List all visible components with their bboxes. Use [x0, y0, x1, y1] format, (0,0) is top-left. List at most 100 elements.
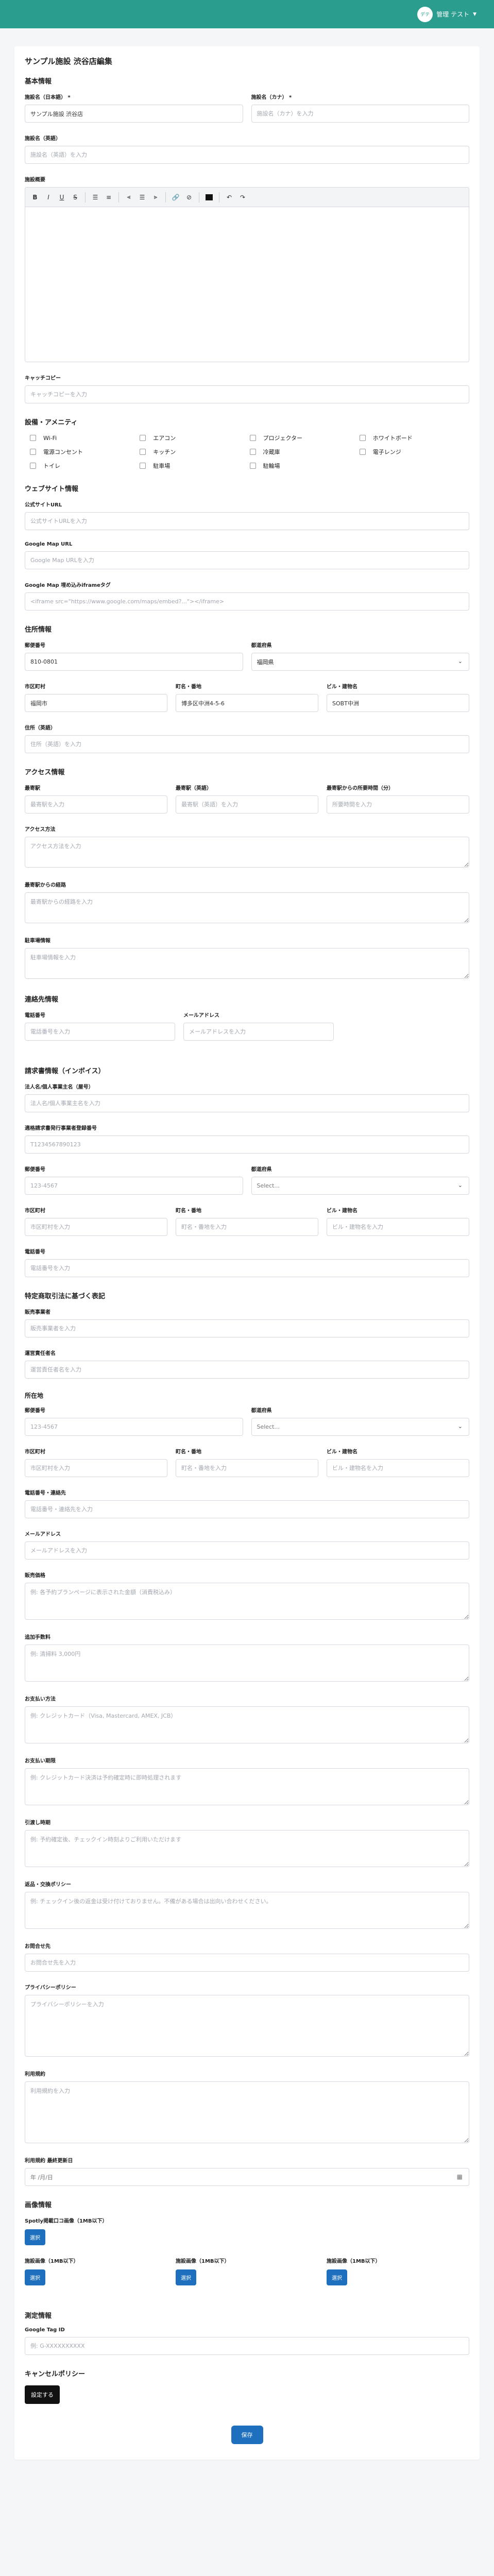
editor-toolbar: B I U S ☰ ≡ ⫷ ☰ ⫸ 🔗 ⊘ ↶ ↷: [25, 188, 469, 207]
calendar-icon[interactable]: ▦: [457, 2173, 463, 2180]
toolbar-divider: [118, 192, 119, 202]
loc-zip-label: 郵便番号: [25, 1408, 45, 1414]
align-right-icon[interactable]: ⫸: [149, 191, 162, 204]
user-menu[interactable]: デテ 管理 テスト ▼: [417, 6, 476, 22]
set-cancel-policy-button[interactable]: 設定する: [25, 2385, 60, 2404]
text-color-icon[interactable]: [202, 191, 216, 204]
amenity-item[interactable]: プロジェクター: [249, 434, 360, 442]
gmap-iframe-input[interactable]: [25, 592, 469, 611]
bullet-list-icon[interactable]: ☰: [89, 191, 102, 204]
gmap-url-input[interactable]: [25, 551, 469, 569]
strikethrough-icon[interactable]: S: [69, 191, 82, 204]
access-method-textarea[interactable]: [25, 837, 469, 868]
seller-input[interactable]: [25, 1319, 469, 1337]
amenity-item[interactable]: 駐輪場: [249, 462, 360, 470]
name-kana-input[interactable]: [251, 105, 469, 123]
email-input[interactable]: [183, 1023, 334, 1041]
loc-tel-input[interactable]: [25, 1500, 469, 1518]
loc-pref-select[interactable]: Select... ⌄: [251, 1418, 469, 1436]
italic-icon[interactable]: I: [42, 191, 55, 204]
terms-textarea[interactable]: [25, 2081, 469, 2143]
corp-name-input[interactable]: [25, 1094, 469, 1112]
manager-input[interactable]: [25, 1361, 469, 1379]
delivery-textarea[interactable]: [25, 1830, 469, 1867]
site-url-input[interactable]: [25, 512, 469, 530]
town-input[interactable]: [176, 694, 318, 712]
invoice-pref-select[interactable]: Select... ⌄: [251, 1177, 469, 1195]
align-center-icon[interactable]: ☰: [135, 191, 149, 204]
payment-textarea[interactable]: [25, 1706, 469, 1743]
price-textarea[interactable]: [25, 1583, 469, 1620]
amenity-item[interactable]: Wi-Fi: [30, 434, 140, 442]
checkbox[interactable]: [30, 449, 36, 455]
invoice-city-input[interactable]: [25, 1218, 167, 1236]
checkbox[interactable]: [140, 463, 146, 469]
station-en-input[interactable]: [176, 795, 318, 814]
payment-deadline-label: お支払い期限: [25, 1758, 56, 1764]
select-image-button[interactable]: 選択: [176, 2269, 196, 2285]
amenity-item[interactable]: 駐車場: [140, 462, 249, 470]
building-input[interactable]: [327, 694, 469, 712]
gtag-input[interactable]: [25, 2337, 469, 2355]
underline-icon[interactable]: U: [55, 191, 69, 204]
loc-email-input[interactable]: [25, 1541, 469, 1560]
invoice-zip-input[interactable]: [25, 1177, 243, 1195]
route-textarea[interactable]: [25, 892, 469, 923]
spotly-image-label: Spotly掲載口コ画像（1MB以下）: [25, 2218, 108, 2224]
section-images: 画像情報: [25, 2201, 52, 2209]
checkbox[interactable]: [30, 435, 36, 441]
checkbox[interactable]: [359, 435, 366, 441]
name-en-input[interactable]: [25, 146, 469, 164]
privacy-textarea[interactable]: [25, 1995, 469, 2057]
select-image-button[interactable]: 選択: [327, 2269, 347, 2285]
checkbox[interactable]: [249, 463, 256, 469]
numbered-list-icon[interactable]: ≡: [102, 191, 115, 204]
editor-content[interactable]: [25, 207, 469, 362]
reg-number-input[interactable]: [25, 1136, 469, 1154]
checkbox[interactable]: [359, 449, 366, 455]
loc-city-input[interactable]: [25, 1459, 167, 1477]
parking-textarea[interactable]: [25, 948, 469, 979]
align-left-icon[interactable]: ⫷: [122, 191, 135, 204]
select-image-button[interactable]: 選択: [25, 2269, 45, 2285]
amenity-item[interactable]: 電子レンジ: [359, 448, 469, 456]
amenity-item[interactable]: トイレ: [30, 462, 140, 470]
amenity-item[interactable]: エアコン: [140, 434, 249, 442]
checkbox[interactable]: [140, 449, 146, 455]
invoice-town-input[interactable]: [176, 1218, 318, 1236]
bold-icon[interactable]: B: [28, 191, 42, 204]
checkbox[interactable]: [249, 435, 256, 441]
link-icon[interactable]: 🔗: [169, 191, 182, 204]
amenity-item[interactable]: 電源コンセント: [30, 448, 140, 456]
catchcopy-input[interactable]: [25, 385, 469, 403]
name-ja-input[interactable]: [25, 105, 243, 123]
amenity-item[interactable]: 冷蔵庫: [249, 448, 360, 456]
city-input[interactable]: [25, 694, 167, 712]
fee-textarea[interactable]: [25, 1645, 469, 1682]
station-input[interactable]: [25, 795, 167, 814]
invoice-building-input[interactable]: [327, 1218, 469, 1236]
address-en-input[interactable]: [25, 735, 469, 753]
return-policy-textarea[interactable]: [25, 1892, 469, 1929]
walk-time-input[interactable]: [327, 795, 469, 814]
checkbox[interactable]: [30, 463, 36, 469]
tel-input[interactable]: [25, 1023, 175, 1041]
loc-town-input[interactable]: [176, 1459, 318, 1477]
checkbox[interactable]: [249, 449, 256, 455]
select-image-button[interactable]: 選択: [25, 2229, 45, 2245]
prefecture-select[interactable]: 福岡県 ⌄: [251, 653, 469, 671]
undo-icon[interactable]: ↶: [223, 191, 236, 204]
loc-building-input[interactable]: [327, 1459, 469, 1477]
loc-zip-input[interactable]: [25, 1418, 243, 1436]
unlink-icon[interactable]: ⊘: [182, 191, 196, 204]
redo-icon[interactable]: ↷: [236, 191, 249, 204]
checkbox[interactable]: [140, 435, 146, 441]
terms-date-input[interactable]: 年 /月/日 ▦: [25, 2168, 469, 2186]
amenity-item[interactable]: ホワイトボード: [359, 434, 469, 442]
inquiry-input[interactable]: [25, 1954, 469, 1972]
amenity-item[interactable]: キッチン: [140, 448, 249, 456]
invoice-tel-input[interactable]: [25, 1259, 469, 1277]
zip-input[interactable]: [25, 653, 243, 671]
payment-deadline-textarea[interactable]: [25, 1768, 469, 1805]
save-button[interactable]: 保存: [231, 2426, 263, 2444]
